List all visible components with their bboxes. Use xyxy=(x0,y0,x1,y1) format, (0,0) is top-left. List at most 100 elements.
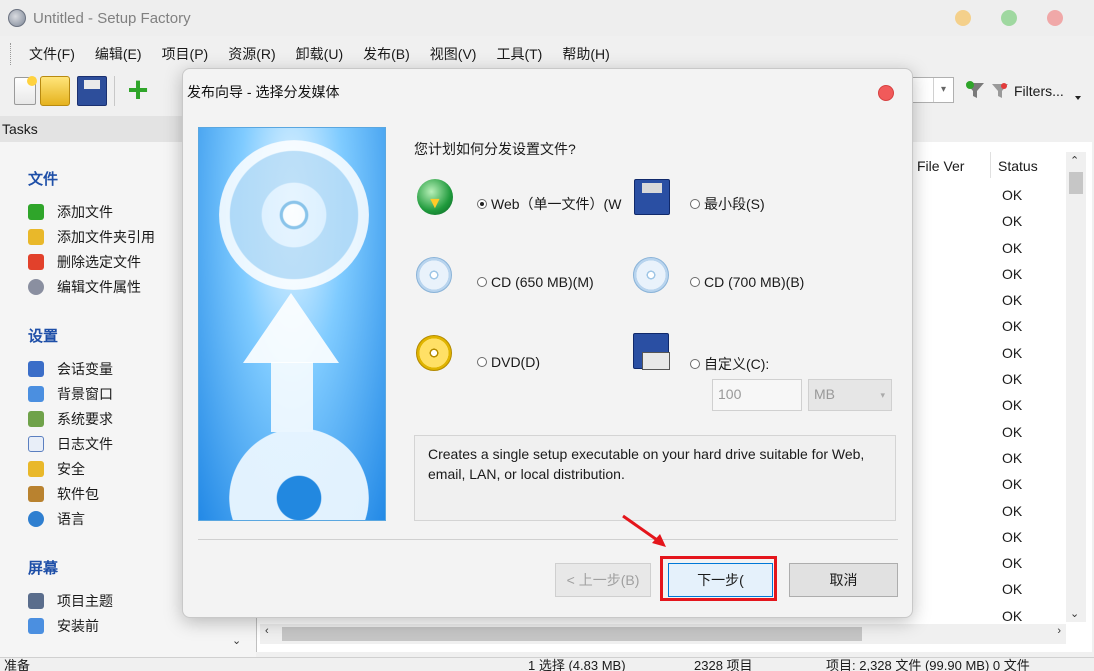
status-cell: OK xyxy=(1002,344,1023,361)
custom-size-input[interactable]: 100 xyxy=(712,379,802,411)
maximize-button[interactable] xyxy=(1001,10,1017,26)
variables-icon xyxy=(28,360,44,377)
task-label: 会话变量 xyxy=(57,360,113,377)
add-file-icon[interactable]: + xyxy=(123,72,153,108)
radio-custom[interactable] xyxy=(690,359,700,369)
title-bar: Untitled - Setup Factory xyxy=(0,0,1094,36)
system-icon xyxy=(28,410,44,427)
option-cd-700-label: CD (700 MB)(B) xyxy=(704,274,805,290)
scrollbar-thumb[interactable] xyxy=(282,627,862,641)
status-selection: 1 选择 (4.83 MB) xyxy=(528,658,626,671)
option-custom-label: 自定义(C): xyxy=(704,356,770,372)
close-dialog-button[interactable] xyxy=(878,85,894,101)
status-cell: OK xyxy=(1002,213,1023,230)
chevron-up-icon[interactable]: ⌃ xyxy=(1070,154,1079,167)
status-cell: OK xyxy=(1002,265,1023,282)
option-custom[interactable]: 自定义(C): xyxy=(690,354,769,374)
chevron-right-icon[interactable]: › xyxy=(1057,625,1061,637)
radio-dvd[interactable] xyxy=(477,357,487,367)
status-cell: OK xyxy=(1002,528,1023,545)
task-label: 添加文件夹引用 xyxy=(57,228,155,245)
file-list-header: File Ver Status xyxy=(910,152,1070,178)
chevron-left-icon[interactable]: ‹ xyxy=(265,625,269,637)
option-minimal[interactable]: 最小段(S) xyxy=(690,194,765,214)
chevron-down-icon[interactable] xyxy=(1075,96,1081,100)
toolbar-dropdown[interactable]: ▾ xyxy=(910,77,954,103)
menu-edit[interactable]: 编辑(E) xyxy=(85,44,152,64)
new-project-icon[interactable] xyxy=(14,76,37,105)
menu-publish[interactable]: 发布(B) xyxy=(353,44,420,64)
status-cell: OK xyxy=(1002,318,1023,335)
scrollbar-thumb[interactable] xyxy=(1069,172,1083,194)
annotation-arrow-icon xyxy=(622,514,666,547)
option-description: Creates a single setup executable on you… xyxy=(414,435,896,521)
status-cell: OK xyxy=(1002,397,1023,414)
status-bar: 准备 1 选择 (4.83 MB) 2328 项目 项目: 2,328 文件 (… xyxy=(0,657,1094,671)
menu-project[interactable]: 项目(P) xyxy=(152,44,219,64)
task-label: 编辑文件属性 xyxy=(57,278,141,295)
custom-unit-select[interactable]: MB ▾ xyxy=(808,379,892,411)
option-minimal-label: 最小段(S) xyxy=(704,196,765,212)
task-label: 安装前 xyxy=(57,617,99,634)
close-window-button[interactable] xyxy=(1047,10,1063,26)
dialog-question: 您计划如何分发设置文件? xyxy=(414,141,576,157)
save-icon[interactable] xyxy=(77,76,107,106)
column-status[interactable]: Status xyxy=(990,152,1070,178)
task-label: 安全 xyxy=(57,460,85,477)
back-button[interactable]: < 上一步(B) xyxy=(555,563,651,597)
option-cd-700[interactable]: CD (700 MB)(B) xyxy=(690,274,804,290)
option-dvd-label: DVD(D) xyxy=(491,354,540,370)
option-dvd[interactable]: DVD(D) xyxy=(477,354,540,370)
option-web-label: Web（单一文件）(W xyxy=(491,196,622,212)
task-label: 软件包 xyxy=(57,485,99,502)
filter-icon xyxy=(992,83,1008,98)
status-ready: 准备 xyxy=(4,658,31,671)
radio-cd-700[interactable] xyxy=(690,277,700,287)
filter-add-icon[interactable] xyxy=(964,79,986,101)
task-label: 背景窗口 xyxy=(57,385,113,402)
radio-minimal[interactable] xyxy=(690,199,700,209)
horizontal-scrollbar[interactable]: ‹ › xyxy=(260,624,1066,644)
chevron-down-icon[interactable]: ⌄ xyxy=(232,634,241,647)
menu-file[interactable]: 文件(F) xyxy=(19,44,85,64)
chevron-down-icon: ▾ xyxy=(880,390,885,400)
menu-grip xyxy=(10,43,13,65)
option-cd-650[interactable]: CD (650 MB)(M) xyxy=(477,274,594,290)
task-label: 系统要求 xyxy=(57,410,113,427)
task-label: 项目主题 xyxy=(57,592,113,609)
radio-web[interactable] xyxy=(477,199,487,209)
status-cell: OK xyxy=(1002,371,1023,388)
column-file-ver[interactable]: File Ver xyxy=(910,152,990,178)
task-label: 语言 xyxy=(57,510,85,527)
log-file-icon xyxy=(28,435,44,452)
menu-view[interactable]: 视图(V) xyxy=(420,44,487,64)
toolbar-separator xyxy=(114,76,115,106)
cancel-button[interactable]: 取消 xyxy=(789,563,898,597)
dvd-icon xyxy=(416,335,452,371)
web-globe-icon xyxy=(417,179,453,215)
magnifier-icon xyxy=(28,278,44,295)
option-web[interactable]: Web（单一文件）(W xyxy=(477,194,621,214)
status-cell: OK xyxy=(1002,239,1023,256)
vertical-scrollbar[interactable]: ⌃ ⌄ xyxy=(1066,152,1086,622)
theme-icon xyxy=(28,592,44,609)
wizard-banner-image xyxy=(198,127,386,521)
folder-add-icon xyxy=(28,228,44,245)
menu-help[interactable]: 帮助(H) xyxy=(552,44,619,64)
add-icon xyxy=(28,203,44,220)
chevron-down-icon[interactable]: ⌄ xyxy=(1070,607,1079,620)
globe-icon xyxy=(28,510,44,527)
menu-uninstall[interactable]: 卸载(U) xyxy=(286,44,353,64)
custom-unit-label: MB xyxy=(814,386,835,402)
floppy-icon xyxy=(634,179,670,215)
window-title: Untitled - Setup Factory xyxy=(33,9,191,27)
filters-button[interactable]: Filters... xyxy=(990,77,1064,105)
minimize-button[interactable] xyxy=(955,10,971,26)
menu-resources[interactable]: 资源(R) xyxy=(218,44,285,64)
task-label: 日志文件 xyxy=(57,435,113,452)
radio-cd-650[interactable] xyxy=(477,277,487,287)
task-label: 删除选定文件 xyxy=(57,253,141,270)
menu-tools[interactable]: 工具(T) xyxy=(486,44,552,64)
dialog-title: 发布向导 - 选择分发媒体 xyxy=(187,84,340,100)
open-folder-icon[interactable] xyxy=(40,76,70,106)
